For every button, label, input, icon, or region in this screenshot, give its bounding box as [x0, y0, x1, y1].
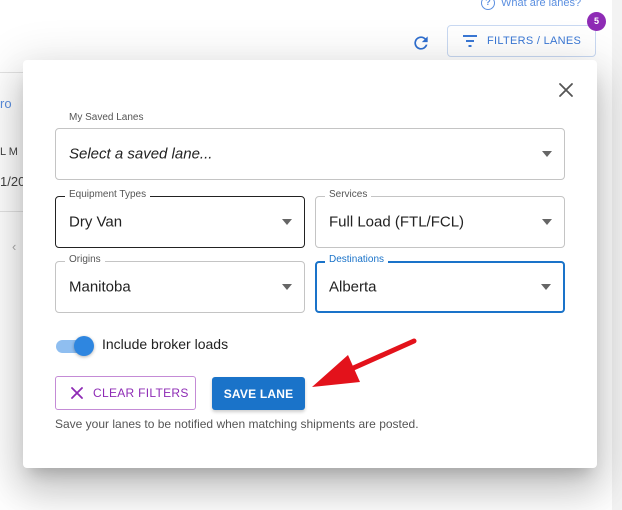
chevron-down-icon	[542, 219, 552, 225]
lane-filters-dialog: My Saved Lanes Select a saved lane... Eq…	[23, 60, 597, 468]
equipment-types-label: Equipment Types	[65, 189, 151, 200]
clear-filters-label: CLEAR FILTERS	[93, 386, 189, 400]
destinations-value: Alberta	[329, 278, 377, 296]
destinations-label: Destinations	[325, 254, 389, 265]
chevron-down-icon	[541, 284, 551, 290]
background-fragment: L M	[0, 146, 18, 158]
chevron-down-icon	[282, 219, 292, 225]
filters-lanes-button[interactable]: FILTERS / LANES	[447, 25, 596, 57]
save-lane-button[interactable]: SAVE LANE	[212, 377, 305, 410]
clear-filters-button[interactable]: CLEAR FILTERS	[55, 376, 196, 410]
chevron-down-icon	[542, 151, 552, 157]
close-icon[interactable]	[556, 80, 576, 100]
include-broker-loads-toggle[interactable]	[56, 336, 94, 356]
what-are-lanes-link[interactable]: ? What are lanes?	[481, 0, 581, 10]
services-value: Full Load (FTL/FCL)	[329, 213, 465, 231]
chevron-down-icon	[282, 284, 292, 290]
background-fragment: 1/20	[0, 174, 26, 189]
help-icon: ?	[481, 0, 495, 10]
save-lane-hint: Save your lanes to be notified when matc…	[55, 417, 419, 431]
background-fragment: ro	[0, 96, 12, 111]
refresh-icon[interactable]	[411, 33, 431, 53]
background-fragment: ‹	[12, 239, 17, 254]
filter-icon	[463, 35, 477, 47]
filters-count-badge: 5	[587, 12, 606, 31]
services-select[interactable]: Services Full Load (FTL/FCL)	[315, 189, 565, 248]
saved-lanes-label: My Saved Lanes	[69, 112, 144, 123]
origins-select[interactable]: Origins Manitoba	[55, 254, 305, 313]
services-label: Services	[325, 189, 372, 200]
origins-label: Origins	[65, 254, 105, 265]
toggle-thumb	[74, 336, 94, 356]
what-are-lanes-label: What are lanes?	[501, 0, 582, 9]
saved-lanes-placeholder: Select a saved lane...	[69, 145, 213, 163]
close-icon	[71, 387, 83, 399]
page-scrollbar[interactable]	[612, 0, 622, 510]
equipment-types-select[interactable]: Equipment Types Dry Van	[55, 189, 305, 248]
saved-lanes-select[interactable]: Select a saved lane...	[55, 128, 565, 180]
origins-value: Manitoba	[69, 278, 131, 296]
include-broker-loads-label: Include broker loads	[102, 336, 229, 352]
equipment-types-value: Dry Van	[69, 213, 123, 231]
filters-lanes-label: FILTERS / LANES	[487, 35, 582, 47]
destinations-select[interactable]: Destinations Alberta	[315, 254, 565, 313]
